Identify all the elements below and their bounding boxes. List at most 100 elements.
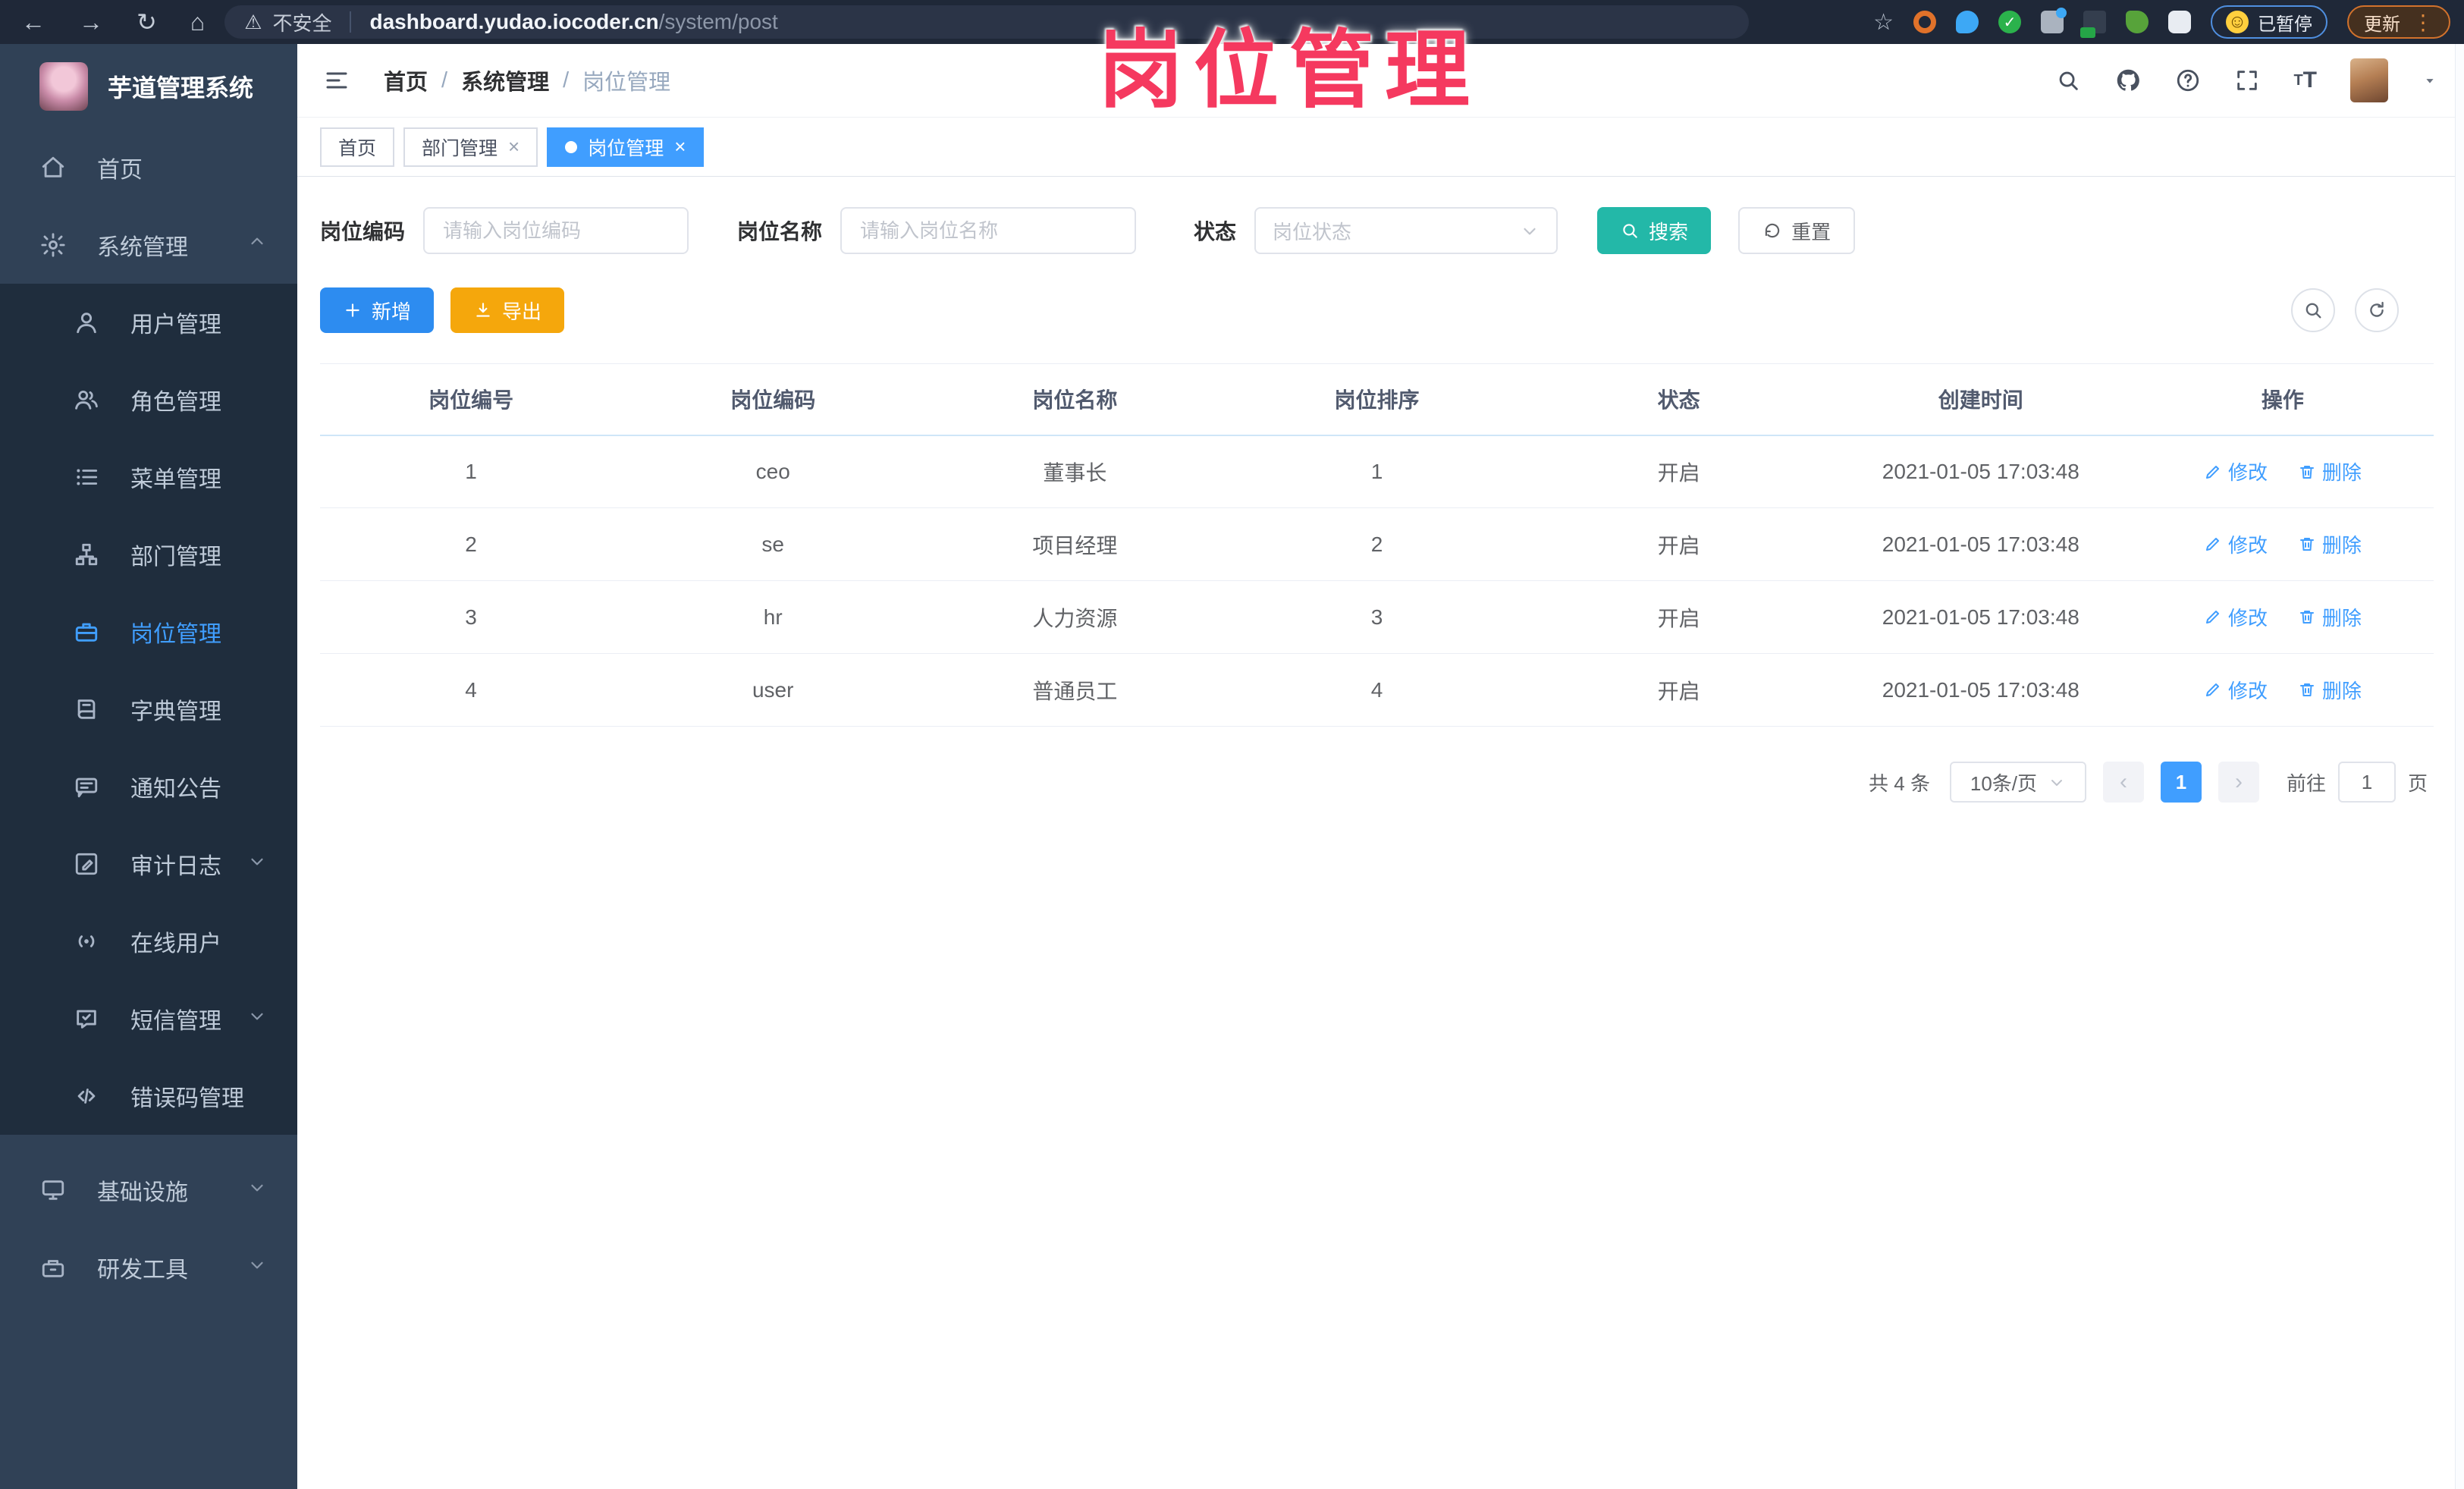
sidebar-item-label: 基础设施 [97, 1180, 188, 1205]
font-size-icon[interactable]: TT [2293, 69, 2317, 92]
sidebar-item-label: 审计日志 [130, 854, 221, 879]
not-secure-icon: ⚠ [244, 10, 262, 33]
ext-rows-icon[interactable] [2080, 11, 2106, 38]
toggle-search-button[interactable] [2291, 288, 2335, 332]
sidebar-item-error-codes[interactable]: 错误码管理 [0, 1057, 297, 1135]
chevron-down-icon [247, 1006, 267, 1032]
cell-post-code: hr [622, 580, 924, 654]
not-secure-label: 不安全 [272, 11, 332, 35]
cell-post-id: 4 [320, 653, 623, 727]
refresh-button[interactable] [2355, 288, 2399, 332]
scrollbar[interactable] [2455, 44, 2464, 1489]
cell-post-name: 董事长 [924, 435, 1226, 508]
ext-ring-icon[interactable] [1913, 11, 1936, 33]
ext-grid-icon[interactable] [2041, 8, 2067, 33]
chevron-down-icon [2048, 773, 2066, 791]
cell-created-time: 2021-01-05 17:03:48 [1829, 507, 2132, 581]
search-button[interactable]: 搜索 [1597, 207, 1712, 254]
breadcrumb: 首页 / 系统管理 / 岗位管理 [384, 64, 670, 96]
status-select[interactable]: 岗位状态 [1254, 207, 1558, 254]
sidebar-item-label: 首页 [97, 158, 143, 183]
online-signal-icon [70, 928, 103, 954]
sidebar-item-dictionary[interactable]: 字典管理 [0, 671, 297, 748]
ext-pin-icon[interactable] [1956, 11, 1979, 33]
tab-posts[interactable]: 岗位管理 × [547, 127, 705, 167]
tab-departments[interactable]: 部门管理 × [403, 127, 538, 167]
back-icon[interactable]: ← [21, 8, 46, 36]
add-button[interactable]: 新增 [320, 287, 435, 333]
edit-link[interactable]: 修改 [2204, 457, 2268, 485]
delete-link[interactable]: 删除 [2298, 530, 2362, 558]
close-icon[interactable]: × [508, 135, 519, 159]
kebab-menu-icon[interactable]: ⋮ [2412, 10, 2434, 35]
user-avatar[interactable] [2350, 58, 2388, 102]
sidebar-item-infrastructure[interactable]: 基础设施 [0, 1151, 297, 1229]
url-bar[interactable]: ⚠ 不安全 dashboard.yudao.iocoder.cn/system/… [224, 5, 1750, 39]
delete-link[interactable]: 删除 [2298, 603, 2362, 631]
sidebar-toggle-icon[interactable] [323, 67, 350, 94]
forward-icon[interactable]: → [79, 8, 103, 36]
sidebar-item-sms[interactable]: 短信管理 [0, 980, 297, 1057]
edit-link[interactable]: 修改 [2204, 603, 2268, 631]
menu-list-icon [70, 464, 103, 490]
post-name-input[interactable] [840, 207, 1137, 254]
sidebar-item-announcements[interactable]: 通知公告 [0, 748, 297, 825]
sidebar-item-online-users[interactable]: 在线用户 [0, 903, 297, 980]
column-header: 操作 [2131, 363, 2434, 436]
export-button[interactable]: 导出 [450, 287, 565, 333]
cell-post-sort: 3 [1226, 580, 1528, 654]
sidebar-item-roles[interactable]: 角色管理 [0, 361, 297, 438]
sidebar-item-home[interactable]: 首页 [0, 129, 297, 206]
fullscreen-icon[interactable] [2234, 68, 2260, 93]
cell-post-id: 2 [320, 507, 623, 581]
users-icon [70, 387, 103, 413]
bookmark-star-icon[interactable]: ☆ [1873, 9, 1894, 36]
breadcrumb-separator: / [441, 68, 448, 93]
sidebar-item-posts[interactable]: 岗位管理 [0, 593, 297, 671]
ext-check-icon[interactable]: ✓ [1998, 11, 2021, 33]
app-logo[interactable]: 芋道管理系统 [0, 44, 297, 129]
browser-nav: ← → ↻ ⌂ [0, 8, 224, 36]
goto-page-input[interactable] [2337, 762, 2396, 803]
reset-button[interactable]: 重置 [1738, 207, 1856, 254]
delete-link[interactable]: 删除 [2298, 676, 2362, 704]
breadcrumb-separator: / [563, 68, 570, 93]
sidebar-item-departments[interactable]: 部门管理 [0, 516, 297, 593]
sidebar-item-system[interactable]: 系统管理 [0, 206, 297, 284]
gear-icon [36, 232, 70, 258]
help-icon[interactable] [2175, 68, 2201, 93]
prev-page-button[interactable]: ‹ [2102, 762, 2144, 803]
sidebar-item-menus[interactable]: 菜单管理 [0, 438, 297, 516]
sidebar-item-users[interactable]: 用户管理 [0, 284, 297, 361]
search-icon[interactable] [2055, 68, 2081, 93]
update-button[interactable]: 更新 ⋮ [2347, 5, 2450, 39]
cell-post-sort: 4 [1226, 653, 1528, 727]
edit-link[interactable]: 修改 [2204, 530, 2268, 558]
status-select-placeholder: 岗位状态 [1273, 220, 1352, 243]
close-icon[interactable]: × [674, 135, 686, 159]
tab-home[interactable]: 首页 [320, 127, 395, 167]
sidebar-item-audit-log[interactable]: 审计日志 [0, 825, 297, 903]
github-icon[interactable] [2114, 67, 2142, 94]
delete-link[interactable]: 删除 [2298, 457, 2362, 485]
column-header: 岗位编号 [320, 363, 623, 436]
edit-link[interactable]: 修改 [2204, 676, 2268, 704]
paused-badge[interactable]: ☺ 已暂停 [2211, 5, 2327, 39]
caret-down-icon[interactable] [2422, 72, 2438, 89]
breadcrumb-home[interactable]: 首页 [384, 64, 428, 96]
breadcrumb-system[interactable]: 系统管理 [461, 64, 549, 96]
post-code-input[interactable] [423, 207, 689, 254]
sms-icon [70, 1006, 103, 1032]
extensions-puzzle-icon[interactable] [2168, 11, 2191, 33]
home-icon[interactable]: ⌂ [190, 8, 205, 36]
browser-chrome: ← → ↻ ⌂ ⚠ 不安全 dashboard.yudao.iocoder.cn… [0, 0, 2464, 44]
tab-label: 首页 [338, 137, 377, 159]
sidebar-item-devtools[interactable]: 研发工具 [0, 1229, 297, 1306]
reload-icon[interactable]: ↻ [137, 8, 157, 36]
next-page-button[interactable]: › [2218, 762, 2259, 803]
current-page-button[interactable]: 1 [2160, 762, 2202, 803]
page-size-select[interactable]: 10条/页 [1949, 762, 2086, 803]
sidebar-item-label: 通知公告 [130, 777, 221, 802]
sidebar-item-label: 错误码管理 [130, 1086, 244, 1111]
ext-leaf-icon[interactable] [2126, 11, 2149, 33]
